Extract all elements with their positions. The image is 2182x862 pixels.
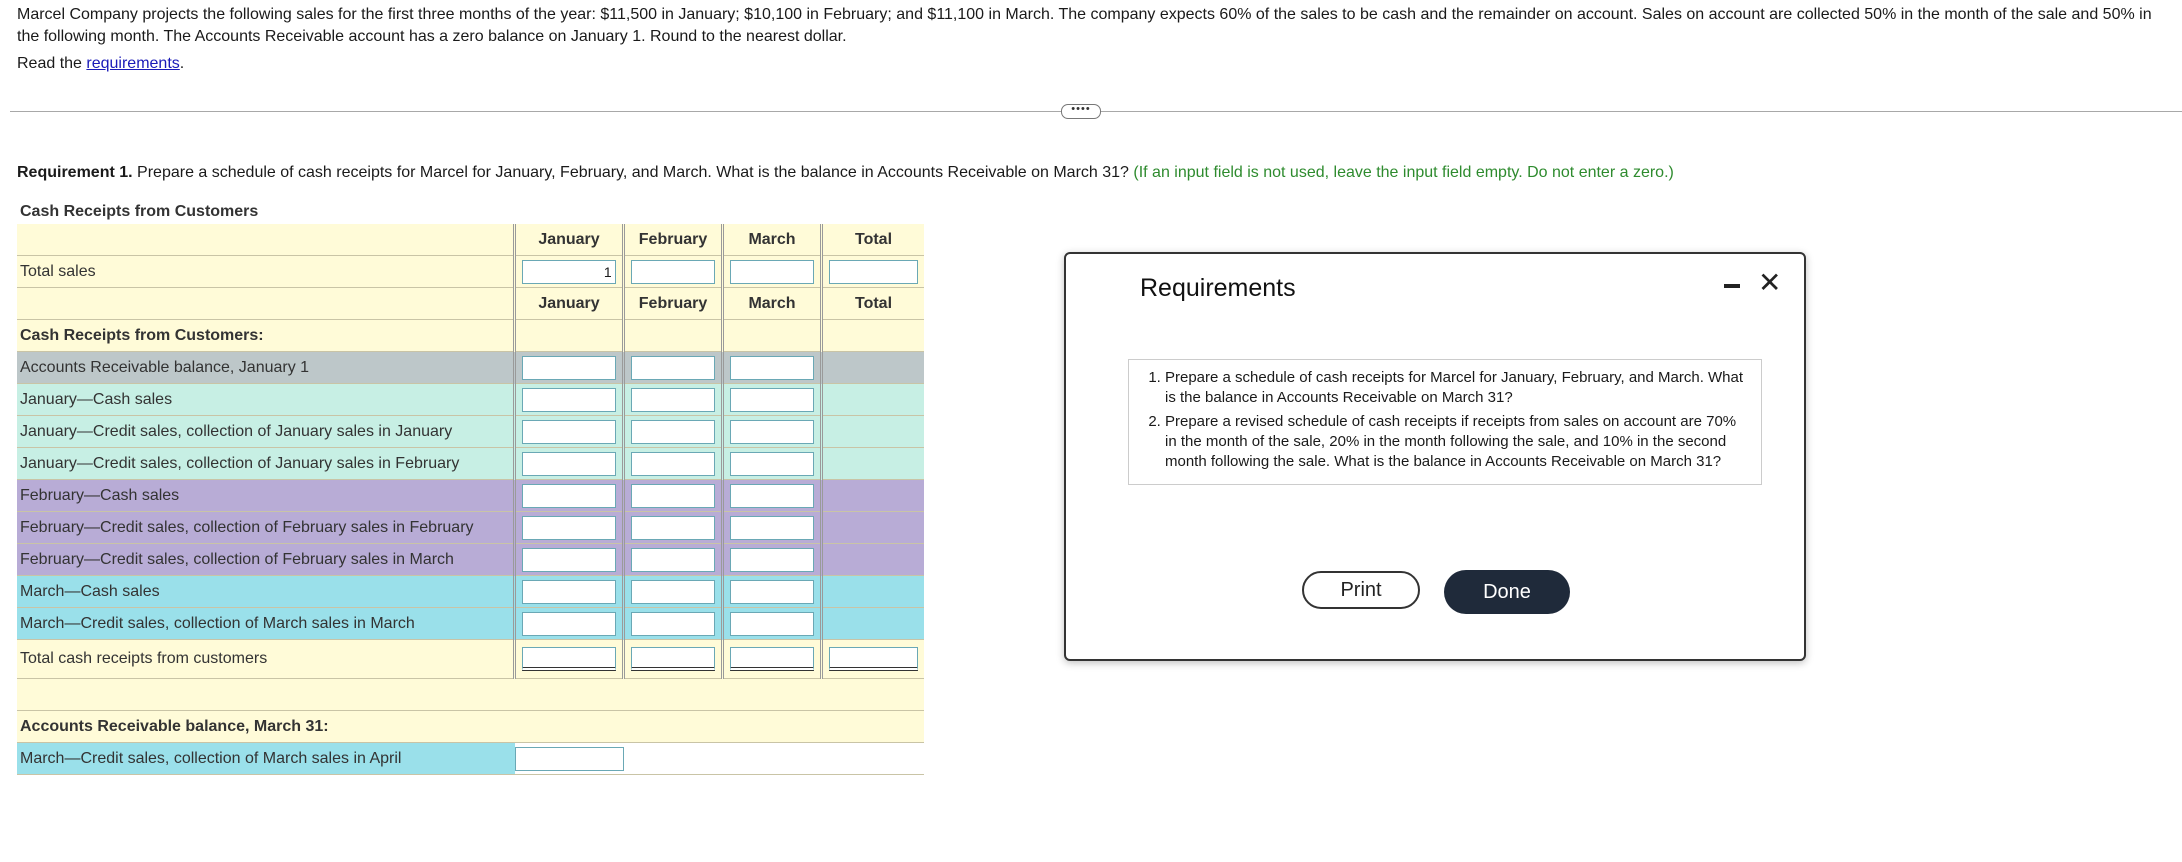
col-february: February <box>622 287 723 320</box>
february-input[interactable] <box>630 611 716 636</box>
problem-statement: Marcel Company projects the following sa… <box>17 6 2152 45</box>
march-input[interactable] <box>729 579 815 604</box>
header-row-2: January February March Total <box>17 287 924 320</box>
february-input[interactable] <box>630 451 716 476</box>
requirements-list: Prepare a schedule of cash receipts for … <box>1128 359 1762 485</box>
read-requirements: Read the requirements. <box>17 55 184 73</box>
march-input[interactable] <box>729 387 815 412</box>
february-input[interactable] <box>630 387 716 412</box>
requirement-item: Prepare a schedule of cash receipts for … <box>1165 368 1751 408</box>
row-label: January—Credit sales, collection of Janu… <box>17 447 515 480</box>
ar-section-row: Accounts Receivable balance, March 31: <box>17 710 924 743</box>
february-input[interactable] <box>630 547 716 572</box>
total-sales-march-input[interactable] <box>729 259 815 284</box>
row-label: January—Cash sales <box>17 383 515 416</box>
march-input[interactable] <box>729 355 815 380</box>
requirement-1-text: Prepare a schedule of cash receipts for … <box>132 164 1134 181</box>
row-label: March—Cash sales <box>17 575 515 608</box>
col-march: March <box>721 224 822 256</box>
january-input[interactable] <box>522 483 616 508</box>
row-label: February—Cash sales <box>17 479 515 512</box>
read-suffix: . <box>179 55 185 72</box>
requirement-1-hint: (If an input field is not used, leave th… <box>1133 164 1674 181</box>
row-label: March—Credit sales, collection of March … <box>17 607 515 640</box>
total-receipts-january-input[interactable] <box>522 647 616 671</box>
requirement-item: Prepare a revised schedule of cash recei… <box>1165 412 1751 472</box>
schedule-title: Cash Receipts from Customers <box>20 203 259 220</box>
row-label: Accounts Receivable balance, January 1 <box>17 351 515 384</box>
total-sales-total-input[interactable] <box>829 259 918 284</box>
requirements-link[interactable]: requirements <box>86 55 179 72</box>
row-label: January—Credit sales, collection of Janu… <box>17 415 515 448</box>
col-total: Total <box>820 224 924 256</box>
requirement-1-heading: Requirement 1. <box>17 164 133 181</box>
january-input[interactable] <box>522 451 616 476</box>
january-input[interactable] <box>522 387 616 412</box>
row-label: Total sales <box>17 255 515 288</box>
section-label: Cash Receipts from Customers: <box>17 319 515 352</box>
february-input[interactable] <box>630 419 716 444</box>
dialog-title: Requirements <box>1140 274 1296 302</box>
close-icon[interactable]: ✕ <box>1758 266 1781 299</box>
march-input[interactable] <box>729 451 815 476</box>
col-total: Total <box>820 287 924 320</box>
total-receipts-february-input[interactable] <box>630 647 716 671</box>
requirement-1: Requirement 1. Prepare a schedule of cas… <box>17 164 1674 182</box>
february-input[interactable] <box>630 355 716 380</box>
march-input[interactable] <box>729 419 815 444</box>
january-input[interactable] <box>522 515 616 540</box>
table-row: February—Cash sales <box>17 479 924 512</box>
table-row: February—Credit sales, collection of Feb… <box>17 543 924 576</box>
january-input[interactable] <box>522 355 616 380</box>
header-row: January February March Total <box>17 224 924 256</box>
requirements-dialog: Requirements ✕ Prepare a schedule of cas… <box>1064 252 1806 661</box>
january-input[interactable] <box>522 419 616 444</box>
ar-march-31-input[interactable] <box>514 746 624 771</box>
read-prefix: Read the <box>17 55 87 72</box>
total-sales-row: Total sales 1 <box>17 255 924 288</box>
col-january: January <box>513 287 624 320</box>
ar-section-label: Accounts Receivable balance, March 31: <box>17 710 515 743</box>
january-input[interactable] <box>522 611 616 636</box>
col-january: January <box>513 224 624 256</box>
total-sales-january-input[interactable]: 1 <box>522 259 616 284</box>
row-label: March—Credit sales, collection of March … <box>17 742 515 775</box>
march-input[interactable] <box>729 515 815 540</box>
table-row: February—Credit sales, collection of Feb… <box>17 511 924 544</box>
table-row: March—Credit sales, collection of March … <box>17 607 924 640</box>
done-button[interactable]: Done <box>1444 570 1570 614</box>
ar-row: March—Credit sales, collection of March … <box>17 742 924 775</box>
march-input[interactable] <box>729 547 815 572</box>
total-receipts-march-input[interactable] <box>729 647 815 671</box>
expand-button[interactable]: •••• <box>1061 104 1101 119</box>
total-sales-february-input[interactable] <box>630 259 716 284</box>
section-row: Cash Receipts from Customers: <box>17 319 924 352</box>
col-february: February <box>622 224 723 256</box>
table-row: January—Credit sales, collection of Janu… <box>17 415 924 448</box>
february-input[interactable] <box>630 579 716 604</box>
col-march: March <box>721 287 822 320</box>
total-receipts-row: Total cash receipts from customers <box>17 639 924 679</box>
table-row: March—Cash sales <box>17 575 924 608</box>
spacer-row <box>17 678 924 711</box>
row-label: February—Credit sales, collection of Feb… <box>17 511 515 544</box>
table-row: January—Cash sales <box>17 383 924 416</box>
total-receipts-total-input[interactable] <box>829 647 918 671</box>
january-input[interactable] <box>522 547 616 572</box>
march-input[interactable] <box>729 611 815 636</box>
february-input[interactable] <box>630 515 716 540</box>
row-label: February—Credit sales, collection of Feb… <box>17 543 515 576</box>
cash-receipts-schedule: January February March Total Total sales… <box>17 224 924 775</box>
january-input[interactable] <box>522 579 616 604</box>
minimize-icon[interactable] <box>1724 284 1740 288</box>
row-label: Total cash receipts from customers <box>17 639 515 679</box>
february-input[interactable] <box>630 483 716 508</box>
table-row: January—Credit sales, collection of Janu… <box>17 447 924 480</box>
march-input[interactable] <box>729 483 815 508</box>
print-button[interactable]: Print <box>1302 571 1420 609</box>
table-row: Accounts Receivable balance, January 1 <box>17 351 924 384</box>
